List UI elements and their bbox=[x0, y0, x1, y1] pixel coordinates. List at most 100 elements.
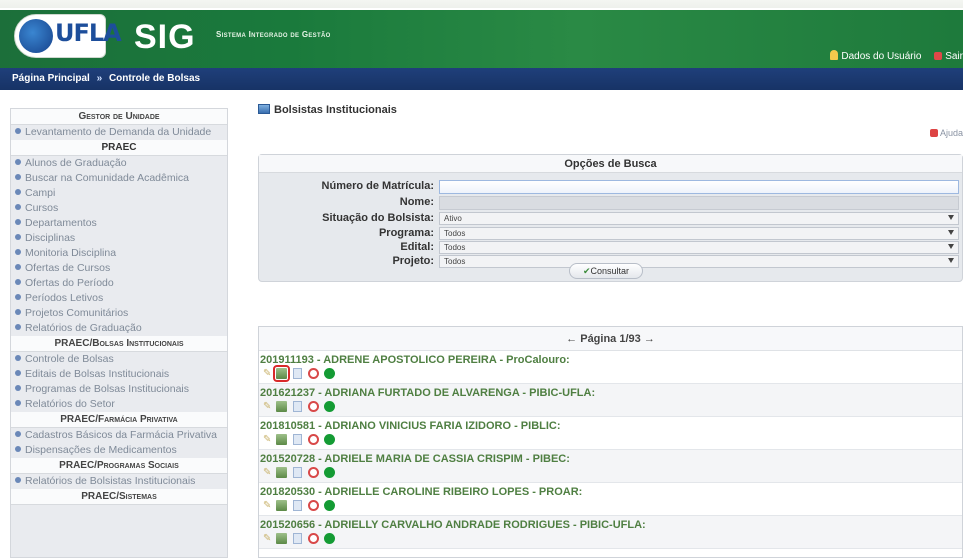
result-row: 201520656 - ADRIELLY CARVALHO ANDRADE RO… bbox=[259, 516, 962, 549]
result-title: 201911193 - ADRENE APOSTOLICO PEREIRA - … bbox=[260, 354, 570, 366]
document-icon[interactable] bbox=[293, 500, 302, 511]
consultar-button[interactable]: ✔Consultar bbox=[569, 263, 643, 279]
projeto-select[interactable]: Todos bbox=[439, 255, 959, 268]
projeto-value: Todos bbox=[444, 257, 466, 266]
help-link[interactable]: Ajuda bbox=[929, 128, 963, 138]
result-list: 201911193 - ADRENE APOSTOLICO PEREIRA - … bbox=[259, 351, 962, 549]
edit-icon[interactable]: ✎ bbox=[263, 500, 272, 511]
ufla-logo[interactable]: UFLA bbox=[14, 14, 122, 58]
edit-icon[interactable]: ✎ bbox=[263, 434, 272, 445]
sidebar-item-label: Controle de Bolsas bbox=[25, 353, 114, 365]
print-icon[interactable] bbox=[273, 365, 290, 382]
activate-icon[interactable] bbox=[324, 368, 335, 379]
sidebar-item[interactable]: Relatórios do Setor bbox=[11, 397, 227, 412]
result-title: 201621237 - ADRIANA FURTADO DE ALVARENGA… bbox=[260, 387, 596, 399]
sidebar-item-label: Ofertas do Período bbox=[25, 277, 114, 289]
sidebar-item[interactable]: Relatórios de Graduação bbox=[11, 321, 227, 336]
document-icon[interactable] bbox=[293, 467, 302, 478]
chevron-down-icon bbox=[948, 258, 954, 263]
app-name[interactable]: SIG bbox=[134, 18, 196, 57]
activate-icon[interactable] bbox=[324, 500, 335, 511]
chevron-down-icon bbox=[948, 230, 954, 235]
sidebar-section-title: PRAEC/Bolsas Institucionais bbox=[11, 336, 227, 352]
sidebar-item[interactable]: Departamentos bbox=[11, 216, 227, 231]
print-icon[interactable] bbox=[276, 467, 287, 478]
matricula-input[interactable] bbox=[439, 180, 959, 194]
edit-icon[interactable]: ✎ bbox=[263, 368, 272, 379]
sidebar-section-title: PRAEC/Programas Sociais bbox=[11, 458, 227, 474]
help-label[interactable]: Ajuda bbox=[940, 128, 963, 138]
exit-link[interactable]: Sair bbox=[945, 51, 963, 62]
row-actions: ✎ bbox=[260, 467, 962, 480]
print-icon[interactable] bbox=[276, 434, 287, 445]
cancel-icon[interactable] bbox=[308, 434, 319, 445]
main-content: Bolsistas Institucionais Ajuda Opções de… bbox=[258, 104, 963, 558]
sidebar-item[interactable]: Editais de Bolsas Institucionais bbox=[11, 367, 227, 382]
row-actions: ✎ bbox=[260, 434, 962, 447]
sidebar-item-label: Monitoria Disciplina bbox=[25, 247, 117, 259]
sidebar-item[interactable]: Ofertas de Cursos bbox=[11, 261, 227, 276]
programa-select[interactable]: Todos bbox=[439, 227, 959, 240]
sidebar-item[interactable]: Cadastros Básicos da Farmácia Privativa bbox=[11, 428, 227, 443]
sidebar-item[interactable]: Dispensações de Medicamentos bbox=[11, 443, 227, 458]
cancel-icon[interactable] bbox=[308, 368, 319, 379]
sidebar-item[interactable]: Disciplinas bbox=[11, 231, 227, 246]
print-icon[interactable] bbox=[276, 500, 287, 511]
edit-icon[interactable]: ✎ bbox=[263, 467, 272, 478]
document-icon[interactable] bbox=[293, 401, 302, 412]
print-icon[interactable] bbox=[276, 401, 287, 412]
breadcrumb: Página Principal » Controle de Bolsas bbox=[0, 68, 963, 90]
bullet-icon bbox=[15, 294, 21, 300]
edital-select[interactable]: Todos bbox=[439, 241, 959, 254]
edit-icon[interactable]: ✎ bbox=[263, 401, 272, 412]
nome-row: Nome: bbox=[259, 196, 963, 210]
logo-text: UFLA bbox=[55, 19, 122, 47]
nome-input[interactable] bbox=[439, 196, 959, 210]
sidebar-item-label: Cadastros Básicos da Farmácia Privativa bbox=[25, 429, 217, 441]
sidebar-section-title: PRAEC bbox=[11, 140, 227, 156]
activate-icon[interactable] bbox=[324, 467, 335, 478]
sidebar-item[interactable]: Cursos bbox=[11, 201, 227, 216]
print-icon[interactable] bbox=[276, 533, 287, 544]
activate-icon[interactable] bbox=[324, 533, 335, 544]
document-icon[interactable] bbox=[293, 533, 302, 544]
sidebar-item[interactable]: Campi bbox=[11, 186, 227, 201]
user-data-link[interactable]: Dados do Usuário bbox=[841, 51, 921, 62]
bullet-icon bbox=[15, 189, 21, 195]
sidebar-item-label: Campi bbox=[25, 187, 56, 199]
document-icon[interactable] bbox=[293, 434, 302, 445]
edital-label: Edital: bbox=[400, 241, 434, 253]
edit-icon[interactable]: ✎ bbox=[263, 533, 272, 544]
breadcrumb-current[interactable]: Controle de Bolsas bbox=[109, 73, 200, 84]
bullet-icon bbox=[15, 174, 21, 180]
result-title: 201520728 - ADRIELE MARIA DE CASSIA CRIS… bbox=[260, 453, 570, 465]
cancel-icon[interactable] bbox=[308, 401, 319, 412]
sidebar-item[interactable]: Alunos de Graduação bbox=[11, 156, 227, 171]
result-row: 201820530 - ADRIELLE CAROLINE RIBEIRO LO… bbox=[259, 483, 962, 516]
cancel-icon[interactable] bbox=[308, 467, 319, 478]
sidebar-item[interactable]: Períodos Letivos bbox=[11, 291, 227, 306]
sidebar-item[interactable]: Levantamento de Demanda da Unidade bbox=[11, 125, 227, 140]
cancel-icon[interactable] bbox=[308, 533, 319, 544]
sidebar-item[interactable]: Ofertas do Período bbox=[11, 276, 227, 291]
sidebar-item[interactable]: Monitoria Disciplina bbox=[11, 246, 227, 261]
activate-icon[interactable] bbox=[324, 434, 335, 445]
row-actions: ✎ bbox=[260, 500, 962, 513]
sidebar-menu: Gestor de Unidade Levantamento de Demanda… bbox=[10, 108, 228, 558]
sidebar-item[interactable]: Programas de Bolsas Institucionais bbox=[11, 382, 227, 397]
sidebar-item[interactable]: Buscar na Comunidade Acadêmica bbox=[11, 171, 227, 186]
cancel-icon[interactable] bbox=[308, 500, 319, 511]
sidebar-item-label: Ofertas de Cursos bbox=[25, 262, 111, 274]
bullet-icon bbox=[15, 249, 21, 255]
document-icon[interactable] bbox=[293, 368, 302, 379]
activate-icon[interactable] bbox=[324, 401, 335, 412]
sidebar-item[interactable]: Controle de Bolsas bbox=[11, 352, 227, 367]
bullet-icon bbox=[15, 431, 21, 437]
situacao-select[interactable]: Ativo bbox=[439, 212, 959, 225]
pager[interactable]: ← Página 1/93 → bbox=[259, 327, 962, 351]
sidebar-item-label: Relatórios do Setor bbox=[25, 398, 115, 410]
sidebar-item[interactable]: Relatórios de Bolsistas Institucionais bbox=[11, 474, 227, 489]
row-actions: ✎ bbox=[260, 533, 962, 546]
breadcrumb-home[interactable]: Página Principal bbox=[12, 73, 90, 84]
sidebar-item[interactable]: Projetos Comunitários bbox=[11, 306, 227, 321]
